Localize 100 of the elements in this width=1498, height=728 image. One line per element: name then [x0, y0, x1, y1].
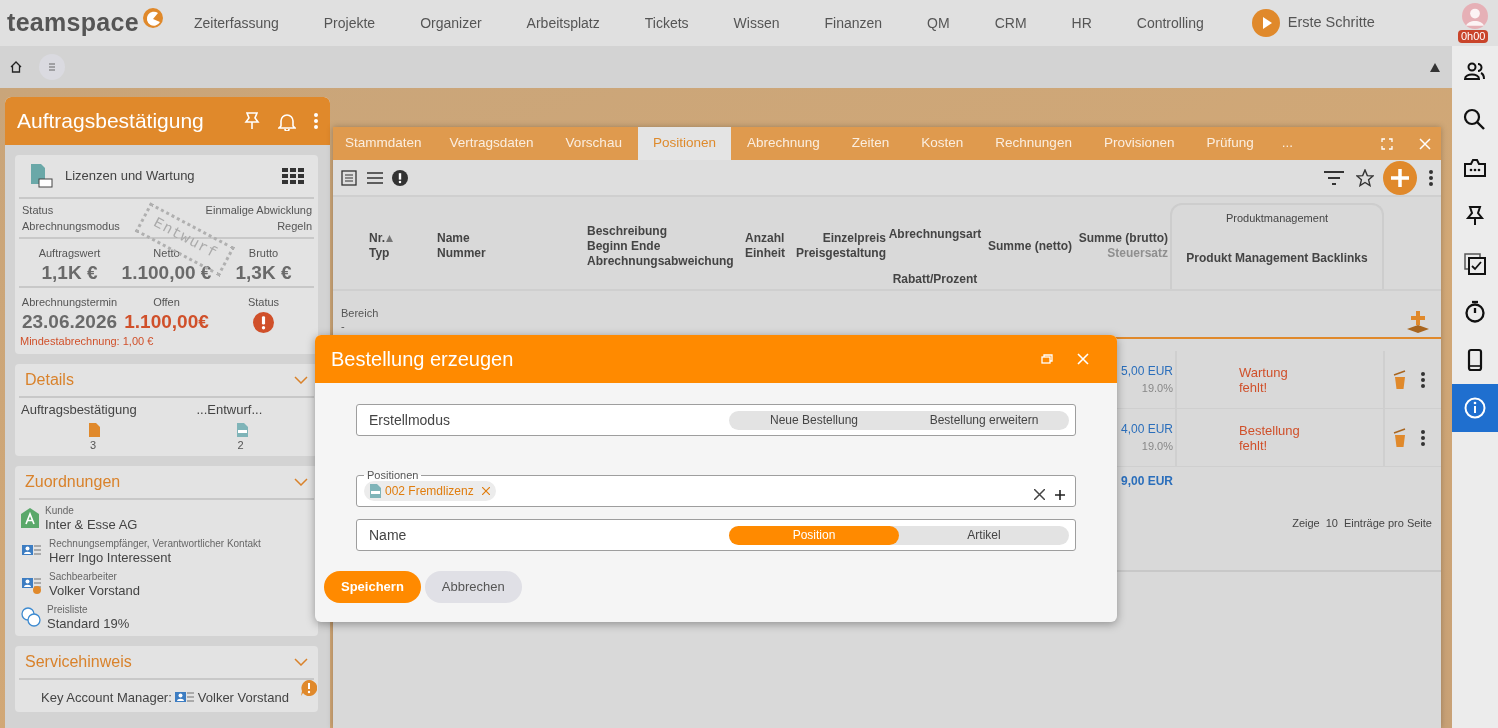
info-value: Regeln — [277, 219, 312, 234]
column-header[interactable]: Name — [437, 231, 470, 246]
key-account-name[interactable]: Volker Vorstand — [197, 687, 289, 708]
menu-icon[interactable] — [367, 171, 383, 184]
segment-option[interactable]: Neue Bestellung — [729, 410, 899, 430]
dialog-title: Bestellung erzeugen — [331, 347, 515, 372]
field-label: Name — [369, 525, 407, 545]
filter-icon[interactable] — [1324, 170, 1344, 185]
date-label: Offen — [153, 295, 180, 310]
timer-badge: 0h00 — [1458, 30, 1489, 43]
key-account-label: Key Account Manager: — [41, 688, 172, 707]
segment-option[interactable]: Bestellung erweitern — [899, 410, 1069, 430]
column-header[interactable]: Produkt Management Backlinks — [1186, 250, 1368, 266]
column-header[interactable]: Summe (netto) — [988, 238, 1072, 254]
logo-text[interactable]: teamspace — [7, 4, 139, 42]
alert-icon — [253, 312, 274, 333]
minimum-billing-warning: Mindestabrechnung: 1,00 € — [19, 334, 155, 349]
logo-swoosh-icon — [141, 7, 164, 29]
column-header[interactable]: Summe (brutto) — [1078, 231, 1168, 246]
stat-value: 1,1K € — [41, 263, 98, 283]
stat-label: Brutto — [248, 246, 279, 261]
assignment-label: Rechnungsempfänger, Verantwortlicher Kontakt — [49, 537, 261, 551]
kebab-menu-icon[interactable] — [1429, 169, 1433, 186]
kebab-menu-icon[interactable] — [1421, 429, 1425, 446]
checklist-icon[interactable] — [1463, 252, 1487, 276]
coins-icon — [21, 607, 41, 627]
nav-link[interactable]: Arbeitsplatz — [526, 12, 600, 34]
trash-can-icon[interactable] — [1393, 369, 1407, 390]
column-header[interactable]: Beschreibung — [587, 223, 667, 239]
search-icon[interactable] — [1463, 108, 1487, 132]
nav-link[interactable]: Controlling — [1136, 12, 1204, 34]
document-count: 3 — [90, 438, 98, 453]
nav-link[interactable]: Wissen — [733, 12, 780, 34]
sort-ascending-icon[interactable] — [386, 235, 393, 242]
assignment-value[interactable]: Standard 19% — [47, 617, 130, 631]
message-box-icon[interactable] — [1463, 156, 1487, 180]
area-value: - — [341, 320, 346, 333]
column-header[interactable]: Nummer — [437, 246, 486, 261]
nav-link[interactable]: Tickets — [644, 12, 689, 34]
house-icon — [21, 508, 39, 528]
trash-can-icon[interactable] — [1393, 427, 1407, 448]
segment-option[interactable]: Artikel — [899, 525, 1069, 545]
column-header[interactable]: Abrechnungsart — [888, 227, 982, 242]
nav-link[interactable]: Projekte — [323, 12, 376, 34]
panel-title: Auftragsbestätigung — [17, 108, 205, 135]
document-type-icon — [29, 164, 53, 188]
document-link[interactable]: ...Entwurf... — [196, 399, 263, 419]
missing-info-note: Bestellung fehlt! — [1239, 422, 1301, 453]
column-header[interactable]: Einheit — [745, 246, 785, 261]
grid-view-icon[interactable] — [282, 168, 304, 184]
nav-link[interactable]: Finanzen — [824, 12, 883, 34]
assignment-value[interactable]: Herr Ingo Interessent — [49, 551, 261, 565]
collapse-arrow-icon[interactable] — [1430, 62, 1440, 72]
document-icon — [370, 484, 381, 498]
stat-label: Auftragswert — [38, 246, 101, 261]
column-header[interactable]: Anzahl — [745, 231, 785, 246]
add-area-icon[interactable] — [1407, 311, 1429, 333]
stopwatch-icon[interactable] — [1463, 300, 1487, 324]
add-icon[interactable] — [1383, 160, 1417, 195]
plus-icon[interactable] — [1055, 489, 1065, 500]
kebab-menu-icon[interactable] — [1421, 371, 1425, 388]
assignment-value[interactable]: Volker Vorstand — [49, 584, 141, 598]
column-header[interactable]: Nr. — [369, 231, 385, 246]
total-sum: 9,00 EUR — [1120, 474, 1173, 489]
home-icon[interactable] — [10, 61, 22, 73]
info-icon[interactable] — [1463, 396, 1487, 420]
nav-link[interactable]: Zeiterfassung — [193, 12, 279, 34]
positions-field[interactable]: Positionen 002 Fremdlizenz — [356, 469, 1076, 507]
list-view-icon[interactable] — [341, 169, 357, 186]
column-header[interactable]: Abrechnungsabweichung — [587, 253, 734, 269]
clear-icon[interactable] — [1034, 488, 1045, 500]
pager-label: Einträge pro Seite — [1343, 516, 1432, 531]
pin-icon[interactable] — [1463, 204, 1487, 228]
field-label: Positionen — [366, 469, 420, 481]
bell-icon[interactable] — [278, 111, 296, 131]
assignment-label: Sachbearbeiter — [49, 570, 118, 584]
tax-rate: 19.0% — [1141, 439, 1173, 455]
nav-link[interactable]: QM — [927, 12, 950, 34]
nav-link[interactable]: HR — [1071, 12, 1092, 34]
column-header[interactable]: Beginn Ende — [587, 238, 661, 254]
gross-sum: 4,00 EUR — [1120, 421, 1173, 439]
column-header[interactable]: Typ — [369, 246, 390, 261]
alert-icon[interactable] — [392, 169, 408, 186]
column-header[interactable]: Einzelpreis — [822, 231, 886, 246]
assignment-value[interactable]: Inter & Esse AG — [45, 518, 138, 532]
nav-link[interactable]: CRM — [994, 12, 1027, 34]
date-value: 23.06.2026 — [21, 312, 118, 332]
stat-value: 1,3K € — [235, 263, 292, 283]
getting-started-button[interactable]: Erste Schritte — [1251, 9, 1375, 37]
remove-icon[interactable] — [481, 487, 490, 495]
star-icon[interactable] — [1356, 168, 1374, 187]
date-label: Status — [247, 295, 280, 310]
nav-link[interactable]: Organizer — [420, 12, 482, 34]
document-link[interactable]: Auftragsbestätigung — [21, 399, 167, 419]
tax-rate: 19.0% — [1141, 381, 1173, 397]
column-header[interactable]: Preisgestaltung — [795, 246, 886, 261]
field-label: Erstellmodus — [369, 410, 450, 430]
page-size-select[interactable]: 10 — [1325, 515, 1338, 532]
cancel-button[interactable]: Abbrechen — [424, 571, 522, 603]
column-header[interactable]: Rabatt/Prozent — [892, 272, 978, 287]
